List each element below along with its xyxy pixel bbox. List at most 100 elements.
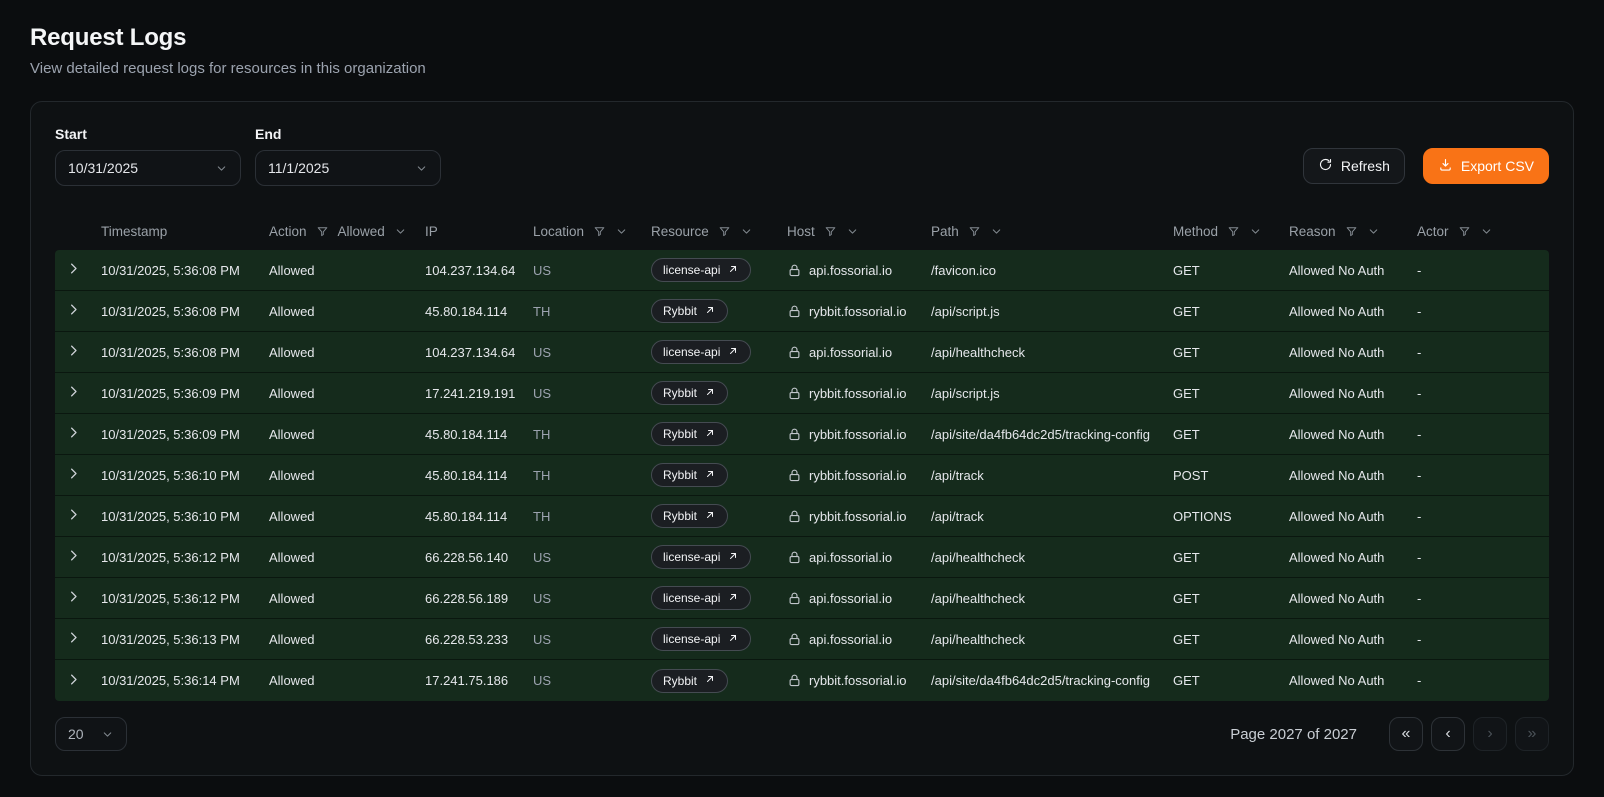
action-header-label: Action [269,224,307,239]
location-cell: US [533,345,651,360]
resource-cell: Rybbit [651,422,787,446]
expand-row-button[interactable] [62,668,85,694]
table-row[interactable]: 10/31/2025, 5:36:12 PM Allowed 66.228.56… [55,537,1549,578]
resource-badge[interactable]: license-api [651,586,751,610]
host-cell: rybbit.fossorial.io [809,673,907,688]
resource-badge[interactable]: Rybbit [651,422,728,446]
expand-row-button[interactable] [62,421,85,447]
expand-row-button[interactable] [62,339,85,365]
expand-row-button[interactable] [62,585,85,611]
table-body: 10/31/2025, 5:36:08 PM Allowed 104.237.1… [55,250,1549,701]
timestamp-cell: 10/31/2025, 5:36:09 PM [101,386,269,401]
location-cell: TH [533,304,651,319]
resource-badge[interactable]: Rybbit [651,299,728,323]
resource-badge[interactable]: Rybbit [651,669,728,693]
chevron-down-icon [415,162,428,175]
end-date-select[interactable]: 11/1/2025 [255,150,441,186]
resource-badge[interactable]: Rybbit [651,504,728,528]
chevron-down-icon[interactable] [1480,225,1493,238]
reason-cell: Allowed No Auth [1289,304,1417,319]
lock-icon [787,427,802,442]
resource-badge[interactable]: Rybbit [651,381,728,405]
page-info: Page 2027 of 2027 [1230,726,1357,743]
next-page-button[interactable]: › [1473,717,1507,751]
last-page-button[interactable]: » [1515,717,1549,751]
chevron-down-icon[interactable] [740,225,753,238]
expand-cell [55,585,101,611]
chevron-down-icon[interactable] [1249,225,1262,238]
expand-row-button[interactable] [62,462,85,488]
filter-icon[interactable] [1345,225,1358,238]
method-cell: GET [1173,550,1289,565]
table-row[interactable]: 10/31/2025, 5:36:09 PM Allowed 45.80.184… [55,414,1549,455]
page-title: Request Logs [30,24,1574,52]
chevron-down-icon[interactable] [990,225,1003,238]
filter-icon[interactable] [968,225,981,238]
expand-row-button[interactable] [62,298,85,324]
expand-row-button[interactable] [62,380,85,406]
first-page-button[interactable]: « [1389,717,1423,751]
expand-row-button[interactable] [62,257,85,283]
method-cell: GET [1173,263,1289,278]
resource-badge[interactable]: license-api [651,340,751,364]
host-header-label: Host [787,224,815,239]
expand-row-button[interactable] [62,503,85,529]
expand-cell [55,462,101,488]
resource-badge[interactable]: license-api [651,627,751,651]
action-filter-value[interactable]: Allowed [338,224,385,239]
resource-badge[interactable]: Rybbit [651,463,728,487]
table-row[interactable]: 10/31/2025, 5:36:13 PM Allowed 66.228.53… [55,619,1549,660]
timestamp-cell: 10/31/2025, 5:36:08 PM [101,304,269,319]
expand-cell [55,257,101,283]
toolbar-actions: Refresh Export CSV [1303,148,1549,186]
filter-icon[interactable] [593,225,606,238]
table-row[interactable]: 10/31/2025, 5:36:08 PM Allowed 45.80.184… [55,291,1549,332]
prev-page-button[interactable]: ‹ [1431,717,1465,751]
chevron-right-icon [66,302,81,320]
expand-cell [55,380,101,406]
method-cell: GET [1173,632,1289,647]
expand-row-button[interactable] [62,544,85,570]
reason-cell: Allowed No Auth [1289,468,1417,483]
method-cell: GET [1173,304,1289,319]
chevron-down-icon[interactable] [846,225,859,238]
chevron-right-icon [66,507,81,525]
table-row[interactable]: 10/31/2025, 5:36:12 PM Allowed 66.228.56… [55,578,1549,619]
start-date-select[interactable]: 10/31/2025 [55,150,241,186]
chevron-right-icon [66,548,81,566]
resource-name: license-api [663,345,720,359]
filter-icon[interactable] [1458,225,1471,238]
expand-row-button[interactable] [62,626,85,652]
ip-cell: 45.80.184.114 [425,509,533,524]
filter-icon[interactable] [1227,225,1240,238]
action-cell: Allowed [269,673,425,688]
table-row[interactable]: 10/31/2025, 5:36:08 PM Allowed 104.237.1… [55,250,1549,291]
method-cell: GET [1173,591,1289,606]
resource-badge[interactable]: license-api [651,545,751,569]
table-row[interactable]: 10/31/2025, 5:36:10 PM Allowed 45.80.184… [55,455,1549,496]
action-cell: Allowed [269,345,425,360]
filter-icon[interactable] [316,225,329,238]
table-row[interactable]: 10/31/2025, 5:36:14 PM Allowed 17.241.75… [55,660,1549,701]
ip-cell: 104.237.134.64 [425,263,533,278]
chevron-down-icon[interactable] [1367,225,1380,238]
page-size-select[interactable]: 20 [55,717,127,751]
action-cell: Allowed [269,304,425,319]
chevron-down-icon[interactable] [394,225,407,238]
path-header-label: Path [931,224,959,239]
table-row[interactable]: 10/31/2025, 5:36:08 PM Allowed 104.237.1… [55,332,1549,373]
table-footer: 20 Page 2027 of 2027 « ‹ › » [55,717,1549,751]
export-csv-button[interactable]: Export CSV [1423,148,1549,184]
chevron-right-icon [66,630,81,648]
resource-badge[interactable]: license-api [651,258,751,282]
chevron-down-icon[interactable] [615,225,628,238]
table-row[interactable]: 10/31/2025, 5:36:09 PM Allowed 17.241.21… [55,373,1549,414]
table-row[interactable]: 10/31/2025, 5:36:10 PM Allowed 45.80.184… [55,496,1549,537]
host-cell-wrap: api.fossorial.io [787,263,931,278]
actor-cell: - [1417,427,1549,442]
request-logs-card: Start 10/31/2025 End 11/1/2025 [30,101,1574,776]
filter-icon[interactable] [824,225,837,238]
expand-cell [55,626,101,652]
filter-icon[interactable] [718,225,731,238]
refresh-button[interactable]: Refresh [1303,148,1405,184]
